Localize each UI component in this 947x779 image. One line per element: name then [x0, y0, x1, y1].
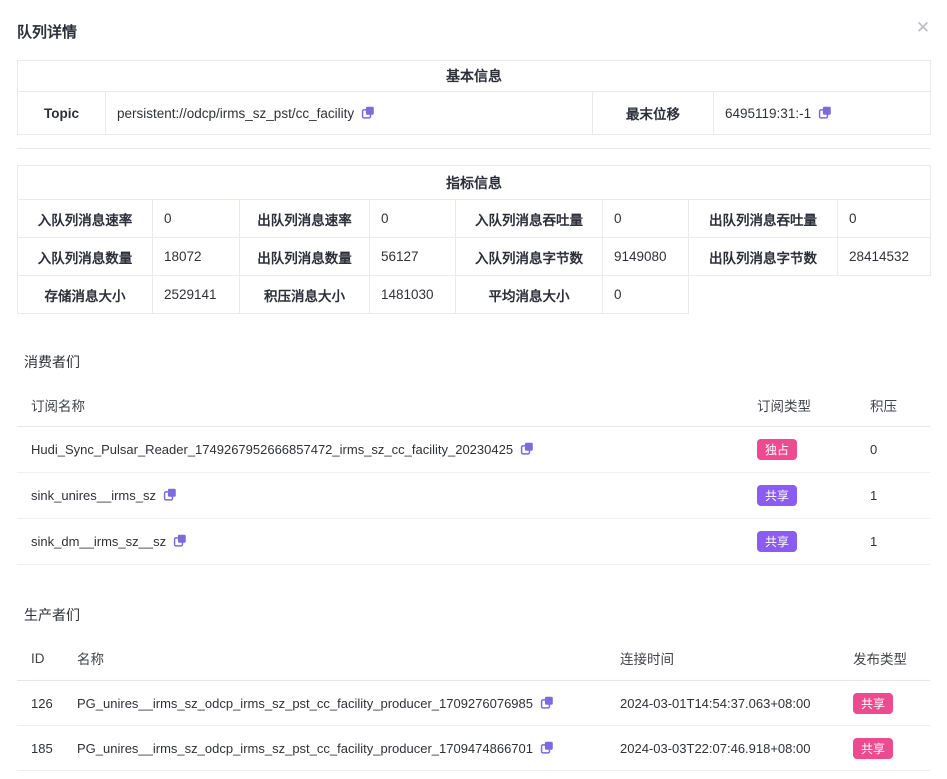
column-header-connect-time: 连接时间	[606, 637, 839, 681]
metric-value: 28414532	[838, 238, 931, 276]
producer-name: PG_unires__irms_sz_odcp_irms_sz_pst_cc_f…	[77, 696, 533, 711]
metric-label: 出队列消息数量	[240, 238, 370, 276]
copy-icon[interactable]	[520, 441, 534, 456]
column-header-backlog: 积压	[856, 384, 930, 426]
topic-label: Topic	[18, 92, 106, 135]
metric-label: 存储消息大小	[18, 276, 153, 314]
copy-icon[interactable]	[361, 105, 375, 120]
column-header-subscription-type: 订阅类型	[743, 384, 856, 426]
copy-icon[interactable]	[818, 105, 832, 120]
metric-value: 0	[603, 200, 689, 238]
producers-section-title: 生产者们	[24, 605, 947, 625]
metric-value: 1481030	[370, 276, 456, 314]
metric-label: 入队列消息数量	[18, 238, 153, 276]
backlog-value: 1	[856, 518, 930, 564]
subscription-type-badge: 独占	[757, 439, 797, 460]
table-row: 存储消息大小 2529141 积压消息大小 1481030 平均消息大小 0	[18, 276, 931, 314]
metric-value: 2529141	[153, 276, 240, 314]
producer-connect-time: 2024-03-01T14:54:37.063+08:00	[606, 681, 839, 726]
metric-label: 入队列消息字节数	[456, 238, 603, 276]
last-offset-value: 6495119:31:-1	[725, 106, 811, 121]
subscription-name: Hudi_Sync_Pulsar_Reader_1749267952666857…	[31, 442, 513, 457]
metric-label: 入队列消息吞吐量	[456, 200, 603, 238]
metric-label: 平均消息大小	[456, 276, 603, 314]
metric-value: 0	[153, 200, 240, 238]
metric-label: 积压消息大小	[240, 276, 370, 314]
empty-cell	[689, 276, 931, 314]
table-row: Hudi_Sync_Pulsar_Reader_1749267952666857…	[17, 426, 930, 472]
producer-connect-time: 2024-03-03T22:07:46.918+08:00	[606, 726, 839, 771]
producers-table: ID 名称 连接时间 发布类型 126 PG_unires__irms_sz_o…	[17, 637, 930, 772]
subscription-type-badge: 共享	[757, 485, 797, 506]
producer-name: PG_unires__irms_sz_odcp_irms_sz_pst_cc_f…	[77, 741, 533, 756]
subscription-name: sink_unires__irms_sz	[31, 488, 156, 503]
consumers-section-title: 消费者们	[24, 352, 947, 372]
column-header-publish-type: 发布类型	[839, 637, 930, 681]
metric-value: 0	[370, 200, 456, 238]
metrics-table: 指标信息 入队列消息速率 0 出队列消息速率 0 入队列消息吞吐量 0 出队列消…	[17, 165, 931, 314]
backlog-value: 0	[856, 426, 930, 472]
close-icon[interactable]: ✕	[913, 17, 933, 37]
metric-label: 出队列消息速率	[240, 200, 370, 238]
copy-icon[interactable]	[173, 533, 187, 548]
copy-icon[interactable]	[540, 695, 554, 710]
metric-label: 入队列消息速率	[18, 200, 153, 238]
section-divider	[17, 148, 930, 149]
copy-icon[interactable]	[163, 487, 177, 502]
consumers-table: 订阅名称 订阅类型 积压 Hudi_Sync_Pulsar_Reader_174…	[17, 384, 930, 565]
metric-value: 0	[603, 276, 689, 314]
column-header-subscription-name: 订阅名称	[17, 384, 743, 426]
table-row: sink_unires__irms_sz 共享 1	[17, 472, 930, 518]
basic-info-header: 基本信息	[18, 61, 931, 92]
producer-id: 185	[17, 726, 63, 771]
subscription-name: sink_dm__irms_sz__sz	[31, 534, 166, 549]
metric-value: 0	[838, 200, 931, 238]
metrics-header: 指标信息	[18, 166, 931, 200]
table-row: 入队列消息速率 0 出队列消息速率 0 入队列消息吞吐量 0 出队列消息吞吐量 …	[18, 200, 931, 238]
publish-type-badge: 共享	[853, 738, 893, 759]
column-header-name: 名称	[63, 637, 606, 681]
producer-id: 126	[17, 681, 63, 726]
publish-type-badge: 共享	[853, 693, 893, 714]
table-row: Topic persistent://odcp/irms_sz_pst/cc_f…	[18, 92, 931, 135]
topic-value: persistent://odcp/irms_sz_pst/cc_facilit…	[117, 106, 354, 121]
dialog-title: 队列详情	[17, 24, 77, 41]
dialog-header: 队列详情 ✕	[0, 0, 947, 39]
table-row: sink_dm__irms_sz__sz 共享 1	[17, 518, 930, 564]
metric-value: 9149080	[603, 238, 689, 276]
table-row: 185 PG_unires__irms_sz_odcp_irms_sz_pst_…	[17, 726, 930, 771]
metric-label: 出队列消息字节数	[689, 238, 838, 276]
metric-value: 56127	[370, 238, 456, 276]
table-row: 126 PG_unires__irms_sz_odcp_irms_sz_pst_…	[17, 681, 930, 726]
basic-info-table: 基本信息 Topic persistent://odcp/irms_sz_pst…	[17, 60, 931, 135]
copy-icon[interactable]	[540, 740, 554, 755]
metric-value: 18072	[153, 238, 240, 276]
metric-label: 出队列消息吞吐量	[689, 200, 838, 238]
backlog-value: 1	[856, 472, 930, 518]
subscription-type-badge: 共享	[757, 531, 797, 552]
last-offset-label: 最末位移	[593, 92, 714, 135]
table-row: 入队列消息数量 18072 出队列消息数量 56127 入队列消息字节数 914…	[18, 238, 931, 276]
column-header-id: ID	[17, 637, 63, 681]
